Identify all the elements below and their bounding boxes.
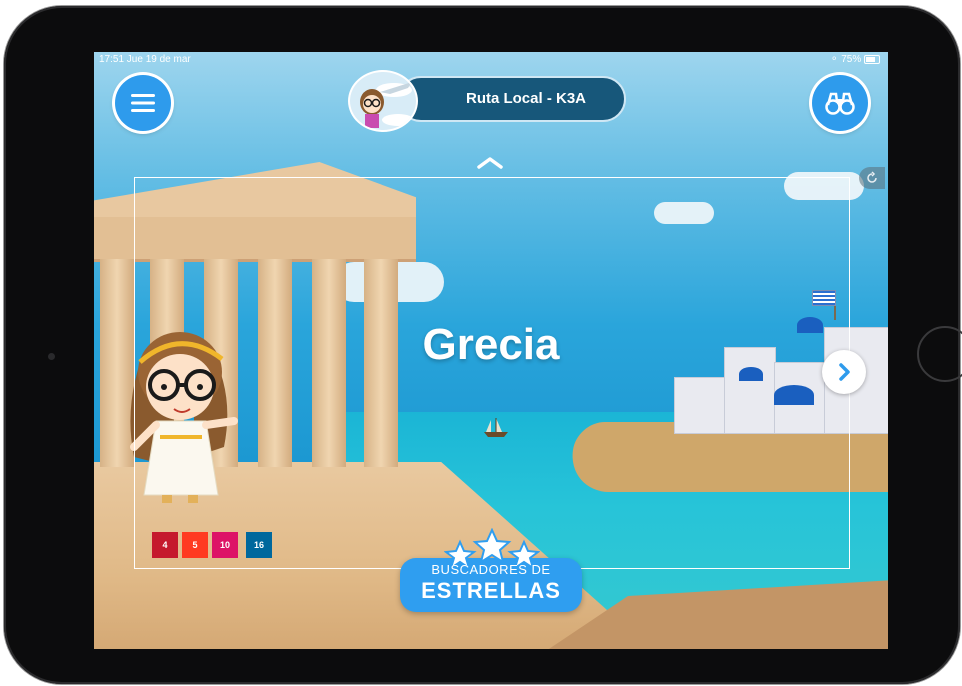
star-seekers-button[interactable]: BUSCADORES DE ESTRELLAS	[400, 528, 582, 612]
status-time-date: 17:51 Jue 19 de mar	[99, 54, 191, 65]
front-camera	[48, 353, 55, 360]
rotate-icon	[867, 171, 877, 183]
country-title: Grecia	[422, 320, 560, 369]
battery-icon	[864, 54, 880, 64]
rotate-button[interactable]	[859, 167, 885, 189]
binoculars-icon	[825, 92, 855, 115]
status-battery: ⚬ 75%	[830, 52, 880, 68]
chevron-right-icon	[839, 363, 850, 381]
chevron-up-icon[interactable]	[475, 152, 505, 172]
app-screen: 4 5 10 16 17:51 Jue 19 de mar ⚬ 75% Ruta	[94, 52, 888, 649]
binoculars-button[interactable]	[812, 75, 868, 131]
avatar	[348, 70, 418, 132]
menu-button[interactable]	[115, 75, 171, 131]
star-seekers-line1: BUSCADORES DE	[431, 562, 551, 577]
hamburger-menu-icon	[131, 94, 155, 112]
wifi-icon: ⚬	[830, 54, 839, 65]
content-frame	[134, 177, 850, 569]
route-selector[interactable]: Ruta Local - K3A	[398, 76, 626, 122]
next-button[interactable]	[822, 350, 866, 394]
status-bar: 17:51 Jue 19 de mar ⚬ 75%	[94, 52, 888, 68]
battery-level: 75%	[841, 54, 862, 65]
home-button[interactable]	[917, 326, 962, 382]
route-title: Ruta Local - K3A	[465, 90, 586, 107]
star-seekers-line2: ESTRELLAS	[421, 578, 561, 603]
tablet-frame: 4 5 10 16 17:51 Jue 19 de mar ⚬ 75% Ruta	[4, 6, 962, 684]
